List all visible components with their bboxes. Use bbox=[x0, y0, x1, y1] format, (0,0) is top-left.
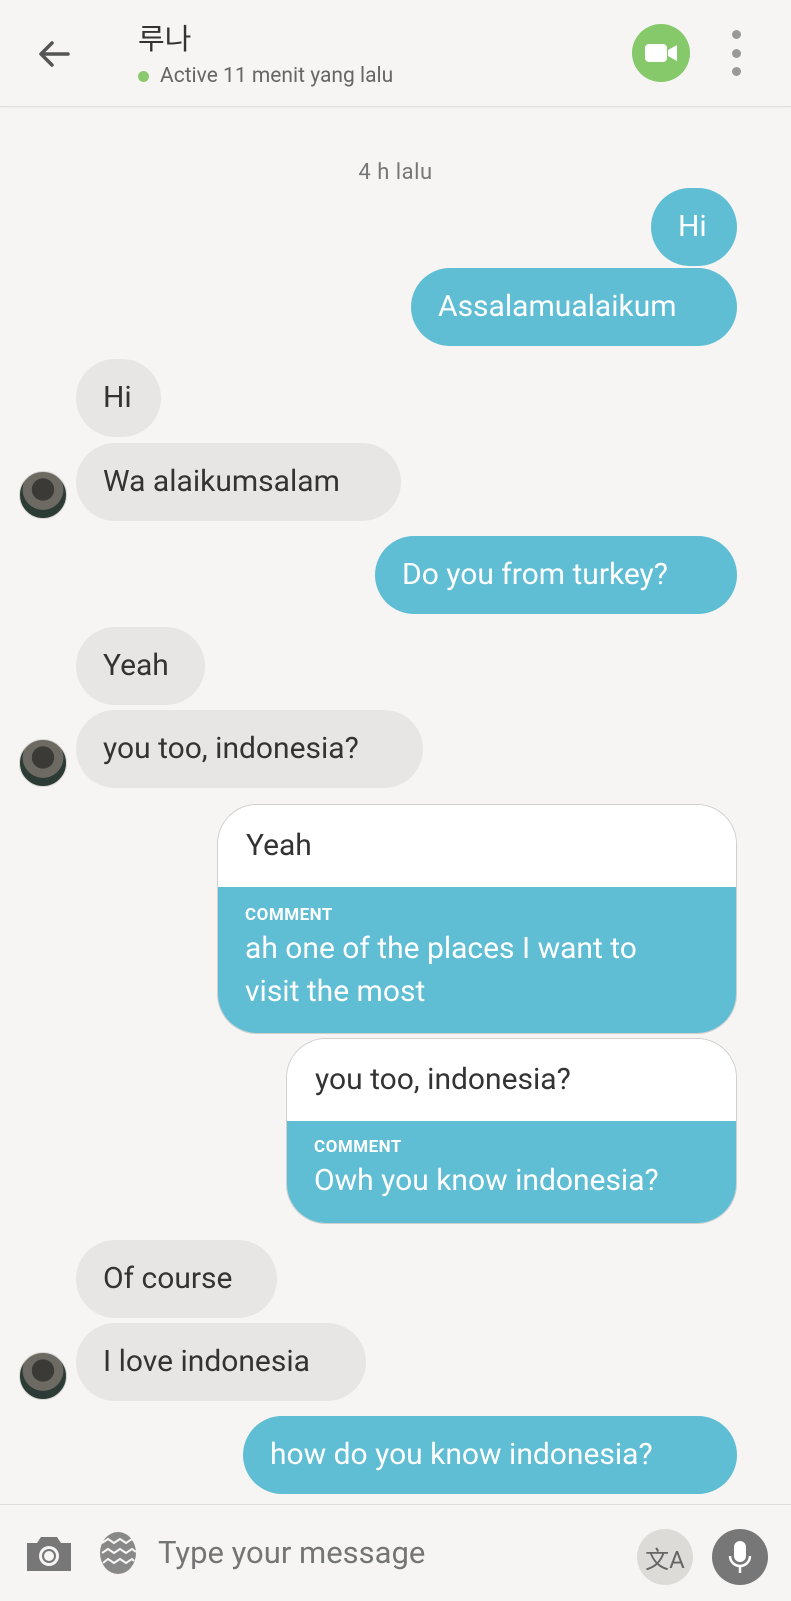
quoted-message: you too, indonesia? bbox=[287, 1039, 736, 1121]
quoted-message: Yeah bbox=[218, 805, 736, 887]
message-outgoing[interactable]: how do you know indonesia? bbox=[243, 1416, 737, 1494]
message-incoming[interactable]: I love indonesia bbox=[76, 1323, 366, 1401]
contact-name[interactable]: 루나 bbox=[138, 16, 191, 58]
video-camera-icon bbox=[645, 44, 677, 62]
back-arrow-icon[interactable] bbox=[30, 30, 78, 78]
video-call-button[interactable] bbox=[632, 24, 690, 82]
message-input[interactable] bbox=[158, 1527, 598, 1579]
comment-reply-message[interactable]: Yeah COMMENT ah one of the places I want… bbox=[217, 804, 737, 1034]
message-composer: 文A bbox=[0, 1504, 791, 1601]
presence-status: Active 11 menit yang lalu bbox=[138, 64, 393, 88]
microphone-icon[interactable] bbox=[712, 1529, 768, 1585]
comment-body: COMMENT Owh you know indonesia? bbox=[287, 1121, 736, 1223]
chat-header: 루나 Active 11 menit yang lalu bbox=[0, 0, 791, 107]
avatar[interactable] bbox=[19, 739, 67, 787]
message-outgoing[interactable]: Assalamualaikum bbox=[411, 268, 737, 346]
comment-reply-message[interactable]: you too, indonesia? COMMENT Owh you know… bbox=[286, 1038, 737, 1224]
message-outgoing[interactable]: Do you from turkey? bbox=[375, 536, 737, 614]
comment-text: Owh you know indonesia? bbox=[314, 1163, 659, 1198]
translate-icon[interactable]: 文A bbox=[637, 1529, 693, 1585]
comment-body: COMMENT ah one of the places I want to v… bbox=[218, 887, 736, 1033]
message-incoming[interactable]: Yeah bbox=[76, 627, 205, 705]
message-incoming[interactable]: Wa alaikumsalam bbox=[76, 443, 401, 521]
sticker-egg-icon[interactable] bbox=[98, 1525, 138, 1575]
comment-text-line: visit the most bbox=[245, 974, 426, 1009]
message-timestamp: 4 h lalu bbox=[358, 160, 433, 185]
comment-label: COMMENT bbox=[245, 905, 333, 925]
message-incoming[interactable]: you too, indonesia? bbox=[76, 710, 423, 788]
avatar[interactable] bbox=[19, 471, 67, 519]
online-dot-icon bbox=[138, 70, 149, 82]
message-incoming[interactable]: Of course bbox=[76, 1240, 277, 1318]
avatar[interactable] bbox=[19, 1352, 67, 1400]
more-options-icon[interactable] bbox=[724, 30, 748, 76]
message-incoming[interactable]: Hi bbox=[76, 359, 161, 437]
comment-label: COMMENT bbox=[314, 1137, 402, 1157]
message-outgoing[interactable]: Hi bbox=[651, 188, 737, 266]
camera-icon[interactable] bbox=[24, 1531, 74, 1575]
presence-text: Active 11 menit yang lalu bbox=[160, 64, 394, 88]
comment-text-line: ah one of the places I want to bbox=[245, 931, 637, 966]
